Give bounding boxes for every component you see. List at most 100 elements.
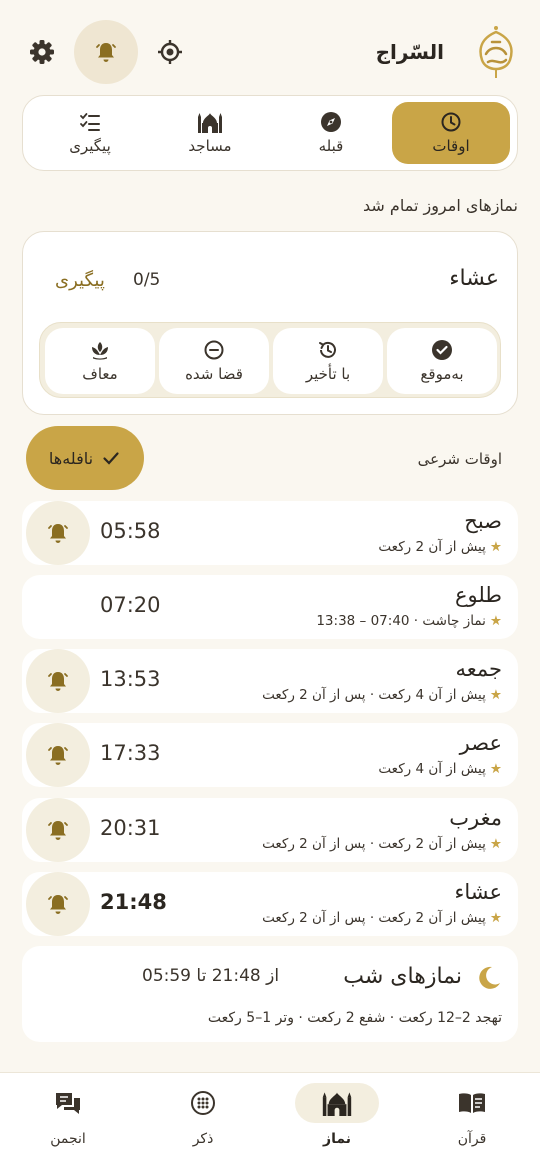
prayer-row-isha[interactable]: 21:48 عشاء ★پیش از آن 2 رکعت · پس از آن …: [22, 872, 518, 936]
prayer-row-sunrise[interactable]: 07:20 طلوع ★نماز چاشت · 07:40 – 13:38: [22, 575, 518, 639]
prayer-note: ★پیش از آن 4 رکعت · پس از آن 2 رکعت: [262, 687, 502, 703]
clock-icon: [441, 112, 461, 132]
prayer-name: جمعه: [455, 657, 502, 681]
checklist-icon: [80, 113, 100, 131]
prayer-note: ★پیش از آن 4 رکعت: [378, 761, 502, 777]
prayer-row-friday[interactable]: 13:53 جمعه ★پیش از آن 4 رکعت · پس از آن …: [22, 649, 518, 713]
location-button[interactable]: [138, 20, 202, 84]
bell-icon: [48, 524, 68, 543]
lotus-icon: [92, 342, 108, 360]
prayer-note: ★پیش از آن 2 رکعت · پس از آن 2 رکعت: [262, 836, 502, 852]
night-prayers-card[interactable]: نمازهای شب از 21:48 تا 05:59 تهجد 2–12 ر…: [22, 946, 518, 1042]
tab-mosques-label: مساجد: [188, 137, 232, 155]
status-late-button[interactable]: با تأخیر: [273, 328, 383, 394]
nav-quran-label: قرآن: [457, 1131, 487, 1147]
prayer-alarm-toggle[interactable]: [26, 798, 90, 862]
prayer-alarm-toggle[interactable]: [26, 723, 90, 787]
bottom-navigation: قرآن نماز ذکر انجمن: [0, 1072, 540, 1158]
gear-icon: [30, 40, 54, 64]
compass-icon: [321, 112, 341, 132]
nav-dhikr-label: ذکر: [192, 1131, 214, 1147]
prayer-name: مغرب: [449, 806, 502, 830]
bell-icon: [48, 895, 68, 914]
status-late-label: با تأخیر: [305, 365, 351, 383]
mosque-icon: [198, 113, 222, 133]
star-icon: ★: [489, 910, 502, 926]
prayer-times-section-label: اوقات شرعی: [417, 450, 502, 468]
status-on-time-label: به‌موقع: [420, 365, 464, 383]
prayer-time: 20:31: [100, 816, 161, 840]
tab-tracking-label: پیگیری: [69, 137, 111, 155]
bell-icon: [48, 672, 68, 691]
nav-community[interactable]: انجمن: [18, 1083, 118, 1153]
tab-times[interactable]: اوقات: [392, 102, 510, 164]
status-exempt-label: معاف: [82, 365, 118, 383]
nav-prayer[interactable]: نماز: [287, 1083, 387, 1153]
prayer-time: 13:53: [100, 667, 161, 691]
app-title: السّراج: [375, 40, 444, 64]
night-prayers-desc: تهجد 2–12 رکعت · شفع 2 رکعت · وتر 1–5 رک…: [207, 1010, 502, 1026]
nav-prayer-label: نماز: [323, 1131, 351, 1147]
status-message: نمازهای امروز تمام شد: [363, 196, 518, 215]
star-icon: ★: [489, 836, 502, 852]
prayer-note: ★پیش از آن 2 رکعت: [378, 539, 502, 555]
book-icon: [459, 1093, 485, 1113]
minus-circle-icon: [204, 340, 224, 360]
prayer-time: 07:20: [100, 593, 161, 617]
tab-tracking[interactable]: پیگیری: [31, 102, 149, 164]
nav-dhikr[interactable]: ذکر: [153, 1083, 253, 1153]
prayer-name: صبح: [464, 509, 502, 533]
app-header: السّراج: [0, 20, 540, 84]
prayer-alarm-toggle[interactable]: [26, 649, 90, 713]
star-icon: ★: [489, 761, 502, 777]
tab-qibla[interactable]: قبله: [272, 102, 390, 164]
prayer-note: ★نماز چاشت · 07:40 – 13:38: [316, 613, 502, 629]
nafila-toggle-button[interactable]: نافله‌ها: [26, 426, 144, 490]
star-icon: ★: [489, 613, 502, 629]
status-missed-label: قضا شده: [185, 365, 243, 383]
nav-community-label: انجمن: [50, 1131, 86, 1147]
location-icon: [158, 40, 182, 64]
prayer-alarm-toggle[interactable]: [26, 872, 90, 936]
status-missed-button[interactable]: قضا شده: [159, 328, 269, 394]
prayer-name: طلوع: [454, 583, 502, 607]
bell-icon: [96, 43, 116, 62]
current-prayer-name: عشاء: [449, 266, 499, 291]
nav-quran[interactable]: قرآن: [422, 1083, 522, 1153]
tracking-link[interactable]: پیگیری: [55, 270, 105, 291]
prayer-alarm-toggle[interactable]: [26, 501, 90, 565]
status-exempt-button[interactable]: معاف: [45, 328, 155, 394]
prayer-status-group: به‌موقع با تأخیر قضا شده: [39, 322, 501, 398]
prayer-time: 17:33: [100, 741, 161, 765]
night-prayers-range: از 21:48 تا 05:59: [142, 966, 280, 986]
prayer-note: ★پیش از آن 2 رکعت · پس از آن 2 رکعت: [262, 910, 502, 926]
prayer-beads-icon: [191, 1091, 215, 1115]
tab-qibla-label: قبله: [318, 137, 344, 155]
tab-times-label: اوقات: [432, 137, 470, 155]
app-logo: [472, 24, 520, 80]
tab-bar: اوقات قبله مساجد پیگیری: [22, 95, 518, 171]
moon-icon: [479, 966, 500, 989]
bell-icon: [48, 821, 68, 840]
prayer-row-asr[interactable]: 17:33 عصر ★پیش از آن 4 رکعت: [22, 723, 518, 787]
star-icon: ★: [489, 539, 502, 555]
status-on-time-button[interactable]: به‌موقع: [387, 328, 497, 394]
prayer-row-maghrib[interactable]: 20:31 مغرب ★پیش از آن 2 رکعت · پس از آن …: [22, 798, 518, 862]
prayer-time: 05:58: [100, 519, 161, 543]
prayer-name: عشاء: [454, 880, 502, 904]
prayer-row-fajr[interactable]: 05:58 صبح ★پیش از آن 2 رکعت: [22, 501, 518, 565]
star-icon: ★: [489, 687, 502, 703]
history-icon: [319, 341, 336, 358]
prayer-name: عصر: [459, 731, 502, 755]
prayer-count: 0/5: [133, 270, 161, 290]
notifications-button[interactable]: [74, 20, 138, 84]
mosque-icon: [322, 1092, 352, 1116]
prayer-time: 21:48: [100, 890, 167, 914]
bell-icon: [48, 746, 68, 765]
check-circle-icon: [432, 340, 452, 360]
check-icon: [103, 452, 119, 465]
current-prayer-card: عشاء 0/5 پیگیری به‌موقع با تأخیر قضا شده: [22, 231, 518, 415]
nafila-label: نافله‌ها: [48, 448, 94, 468]
settings-button[interactable]: [10, 20, 74, 84]
tab-mosques[interactable]: مساجد: [151, 102, 269, 164]
